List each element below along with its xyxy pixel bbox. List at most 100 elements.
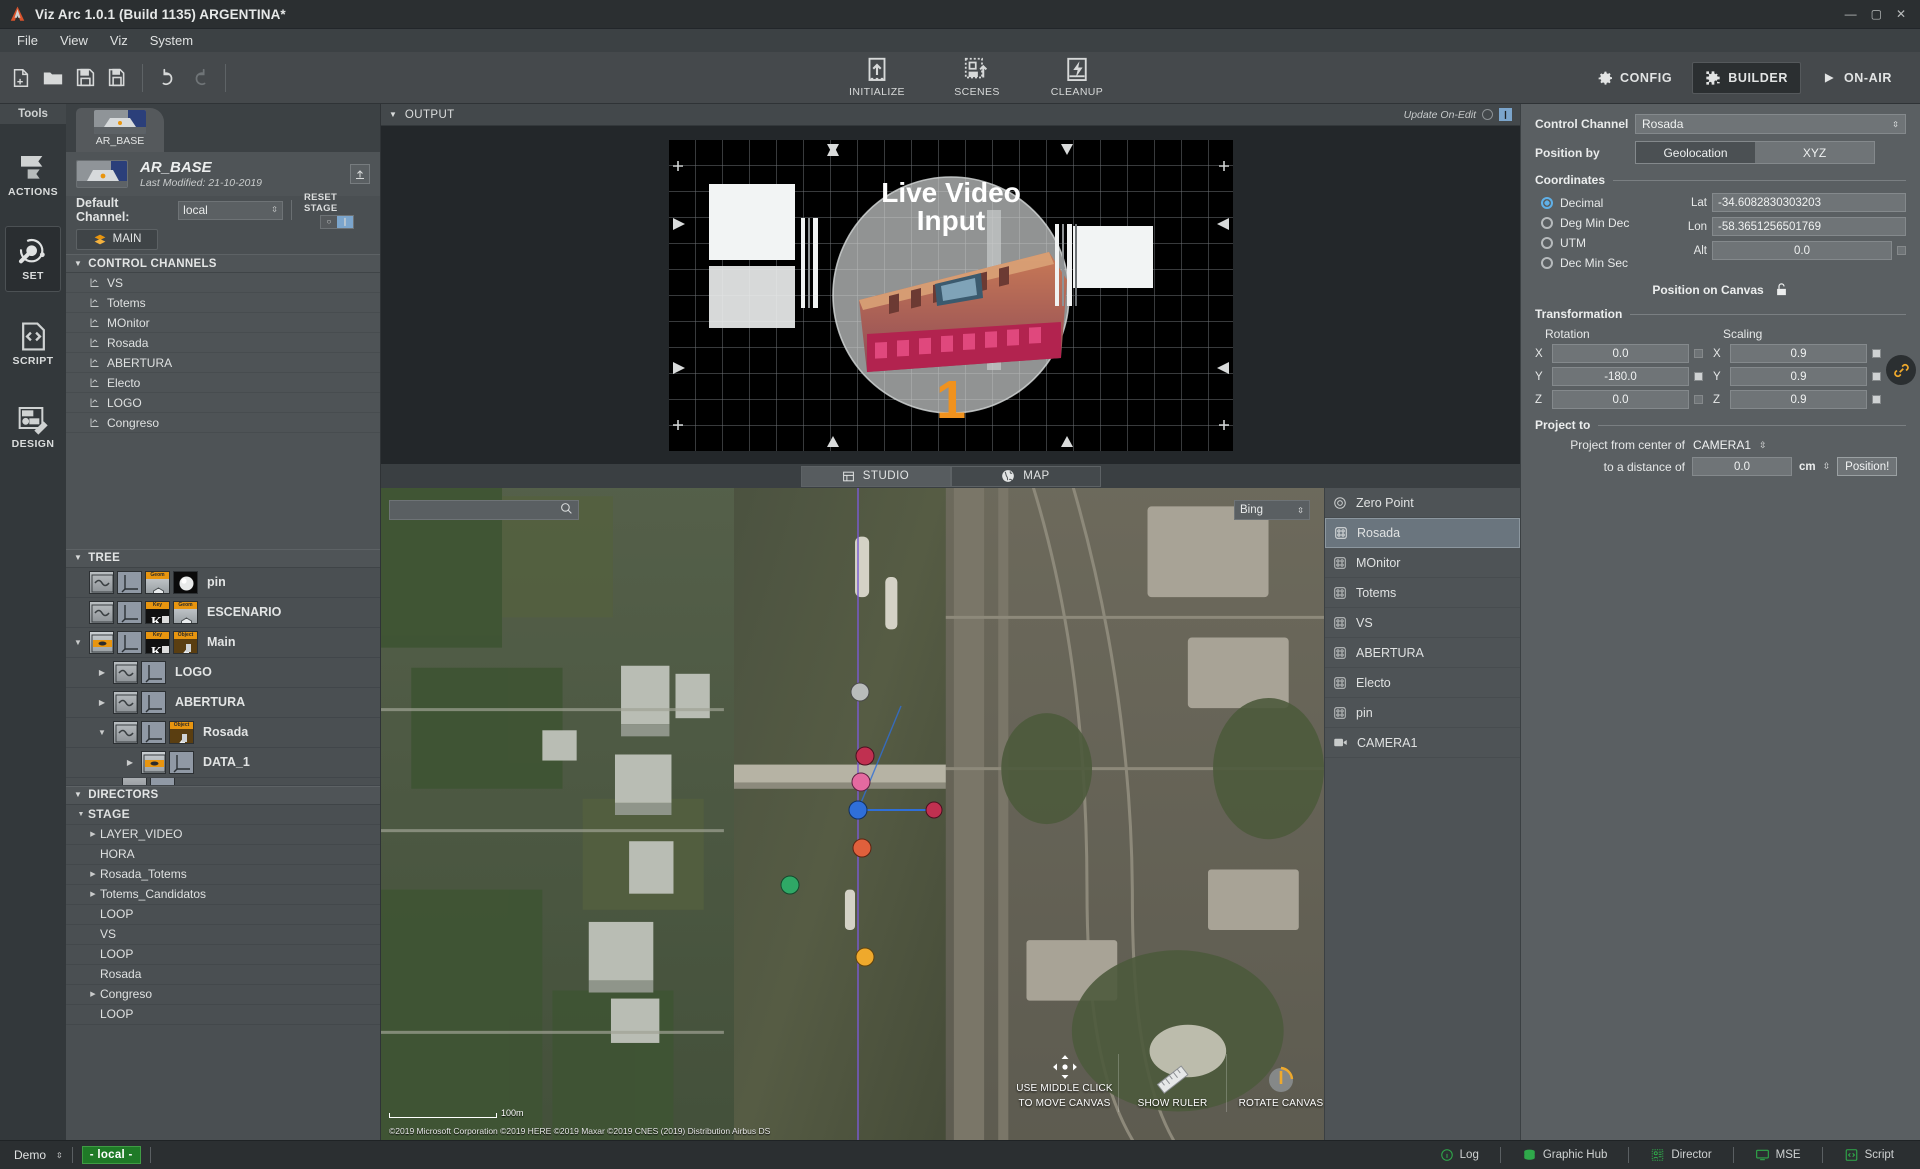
director-expander[interactable]: ▶ — [86, 890, 100, 898]
directors-header[interactable]: ▼ DIRECTORS — [66, 786, 380, 805]
save-icon[interactable] — [72, 65, 98, 91]
tree-expander[interactable]: ▼ — [94, 728, 110, 737]
close-button[interactable]: ✕ — [1896, 8, 1906, 20]
rotation-y-input[interactable]: -180.0 — [1552, 367, 1689, 386]
status-director[interactable]: Director — [1638, 1148, 1723, 1162]
hint-rotate-canvas[interactable]: ROTATE CANVAS — [1227, 1054, 1324, 1112]
scene-tab-ar-base[interactable]: AR_BASE — [76, 108, 164, 152]
local-status-badge[interactable]: - local - — [82, 1146, 141, 1164]
caret-down-icon[interactable]: ▼ — [389, 111, 397, 119]
list-item[interactable]: ▶ LAYER_VIDEO — [66, 825, 380, 845]
rail-item-actions[interactable]: ACTIONS — [5, 142, 61, 208]
tab-map[interactable]: MAP — [951, 466, 1101, 487]
new-icon[interactable] — [8, 65, 34, 91]
rail-item-design[interactable]: DESIGN — [5, 394, 61, 460]
scene-load-button[interactable] — [350, 164, 370, 184]
distance-input[interactable]: 0.0 — [1692, 457, 1792, 476]
profile-select[interactable]: Demo ⇳ — [14, 1148, 63, 1162]
table-row[interactable]: ▶ LOGO — [66, 658, 380, 688]
list-item[interactable]: Electo — [1325, 668, 1520, 698]
reset-stage-control[interactable]: RESET STAGE ○ ❙ — [304, 192, 370, 229]
director-expander[interactable]: ▼ — [74, 811, 88, 818]
map-canvas[interactable]: Bing ⇳ 100m ©2019 Microsoft Corporation … — [381, 488, 1324, 1140]
scaling-y-input[interactable]: 0.9 — [1730, 367, 1867, 386]
control-channel-item[interactable]: Rosada — [66, 333, 380, 353]
list-item[interactable]: HORA — [66, 845, 380, 865]
scaling-y-toggle[interactable] — [1872, 372, 1881, 381]
status-graphic-hub[interactable]: Graphic Hub — [1510, 1148, 1620, 1162]
builder-button[interactable]: BUILDER — [1692, 62, 1801, 94]
list-item[interactable]: ▶ Congreso — [66, 985, 380, 1005]
table-row[interactable]: ▶ ABERTURA — [66, 688, 380, 718]
update-on-toggle[interactable]: ❙ — [1499, 108, 1512, 121]
tab-studio[interactable]: STUDIO — [801, 466, 951, 487]
map-search-input[interactable] — [389, 500, 579, 520]
tree-expander[interactable]: ▶ — [122, 758, 138, 767]
radio-utm[interactable]: UTM — [1541, 233, 1667, 253]
menu-view[interactable]: View — [49, 31, 99, 50]
lon-input[interactable]: -58.3651256501769 — [1712, 217, 1906, 236]
position-by-toggle[interactable]: Geolocation XYZ — [1635, 141, 1875, 164]
config-button[interactable]: CONFIG — [1586, 64, 1684, 93]
control-channel-item[interactable]: Electo — [66, 373, 380, 393]
director-expander[interactable]: ▶ — [86, 830, 100, 838]
cleanup-button[interactable]: CLEANUP — [1045, 55, 1109, 98]
hint-show-ruler[interactable]: SHOW RULER — [1119, 1054, 1227, 1112]
radio-deg-min-dec[interactable]: Deg Min Dec — [1541, 213, 1667, 233]
control-channel-item[interactable]: ABERTURA — [66, 353, 380, 373]
table-row[interactable]: ▼ Object Rosada — [66, 718, 380, 748]
output-preview[interactable]: Live Video Input 1 — [381, 126, 1520, 464]
list-item[interactable]: ▼ STAGE — [66, 805, 380, 825]
control-channel-item[interactable]: Congreso — [66, 413, 380, 433]
director-expander[interactable]: ▶ — [86, 990, 100, 998]
main-layer-button[interactable]: MAIN — [76, 229, 158, 250]
list-item[interactable]: MOnitor — [1325, 548, 1520, 578]
table-row-partial[interactable] — [66, 778, 380, 786]
alt-input[interactable]: 0.0 — [1712, 241, 1892, 260]
list-item[interactable]: VS — [1325, 608, 1520, 638]
control-channel-item[interactable]: MOnitor — [66, 313, 380, 333]
table-row[interactable]: Geom pin — [66, 568, 380, 598]
initialize-button[interactable]: INITIALIZE — [845, 55, 909, 98]
control-channel-select[interactable]: Rosada ⇳ — [1635, 114, 1906, 134]
minimize-button[interactable]: — — [1845, 8, 1857, 20]
open-folder-icon[interactable] — [40, 65, 66, 91]
layer-active-icon[interactable] — [141, 751, 166, 774]
search-icon[interactable] — [560, 502, 573, 518]
scaling-z-toggle[interactable] — [1872, 395, 1881, 404]
list-item[interactable]: LOOP — [66, 905, 380, 925]
chevron-updown-icon[interactable]: ⇳ — [1759, 440, 1767, 451]
tree-header[interactable]: ▼ TREE — [66, 549, 380, 568]
list-item[interactable]: LOOP — [66, 1005, 380, 1025]
list-item[interactable]: ▶ Rosada_Totems — [66, 865, 380, 885]
list-item[interactable]: CAMERA1 — [1325, 728, 1520, 758]
control-channel-item[interactable]: LOGO — [66, 393, 380, 413]
list-item[interactable]: VS — [66, 925, 380, 945]
status-mse[interactable]: MSE — [1743, 1148, 1813, 1162]
position-by-xyz[interactable]: XYZ — [1755, 142, 1874, 163]
tree-expander[interactable]: ▶ — [94, 668, 110, 677]
status-log[interactable]: Log — [1428, 1148, 1491, 1162]
menu-viz[interactable]: Viz — [99, 31, 139, 50]
list-item[interactable]: Rosada — [66, 965, 380, 985]
position-button[interactable]: Position! — [1837, 457, 1897, 476]
undo-icon[interactable] — [155, 65, 181, 91]
rotation-z-input[interactable]: 0.0 — [1552, 390, 1689, 409]
menu-file[interactable]: File — [6, 31, 49, 50]
uniform-scale-link-button[interactable] — [1886, 355, 1916, 385]
scenes-button[interactable]: SCENES — [945, 55, 1009, 98]
maximize-button[interactable]: ▢ — [1871, 8, 1882, 20]
radio-dec-min-sec[interactable]: Dec Min Sec — [1541, 253, 1667, 273]
map-provider-select[interactable]: Bing ⇳ — [1234, 500, 1310, 520]
menu-system[interactable]: System — [139, 31, 204, 50]
scaling-x-toggle[interactable] — [1872, 349, 1881, 358]
control-channel-item[interactable]: Totems — [66, 293, 380, 313]
rotation-x-input[interactable]: 0.0 — [1552, 344, 1689, 363]
director-expander[interactable]: ▶ — [86, 870, 100, 878]
default-channel-select[interactable]: local ⇳ — [178, 201, 283, 220]
table-row[interactable]: Key K Geom ESCENARIO — [66, 598, 380, 628]
chevron-updown-icon[interactable]: ⇳ — [1823, 461, 1831, 472]
list-item[interactable]: ▶ Totems_Candidatos — [66, 885, 380, 905]
list-item[interactable]: LOOP — [66, 945, 380, 965]
alt-lock-toggle[interactable] — [1897, 246, 1906, 255]
